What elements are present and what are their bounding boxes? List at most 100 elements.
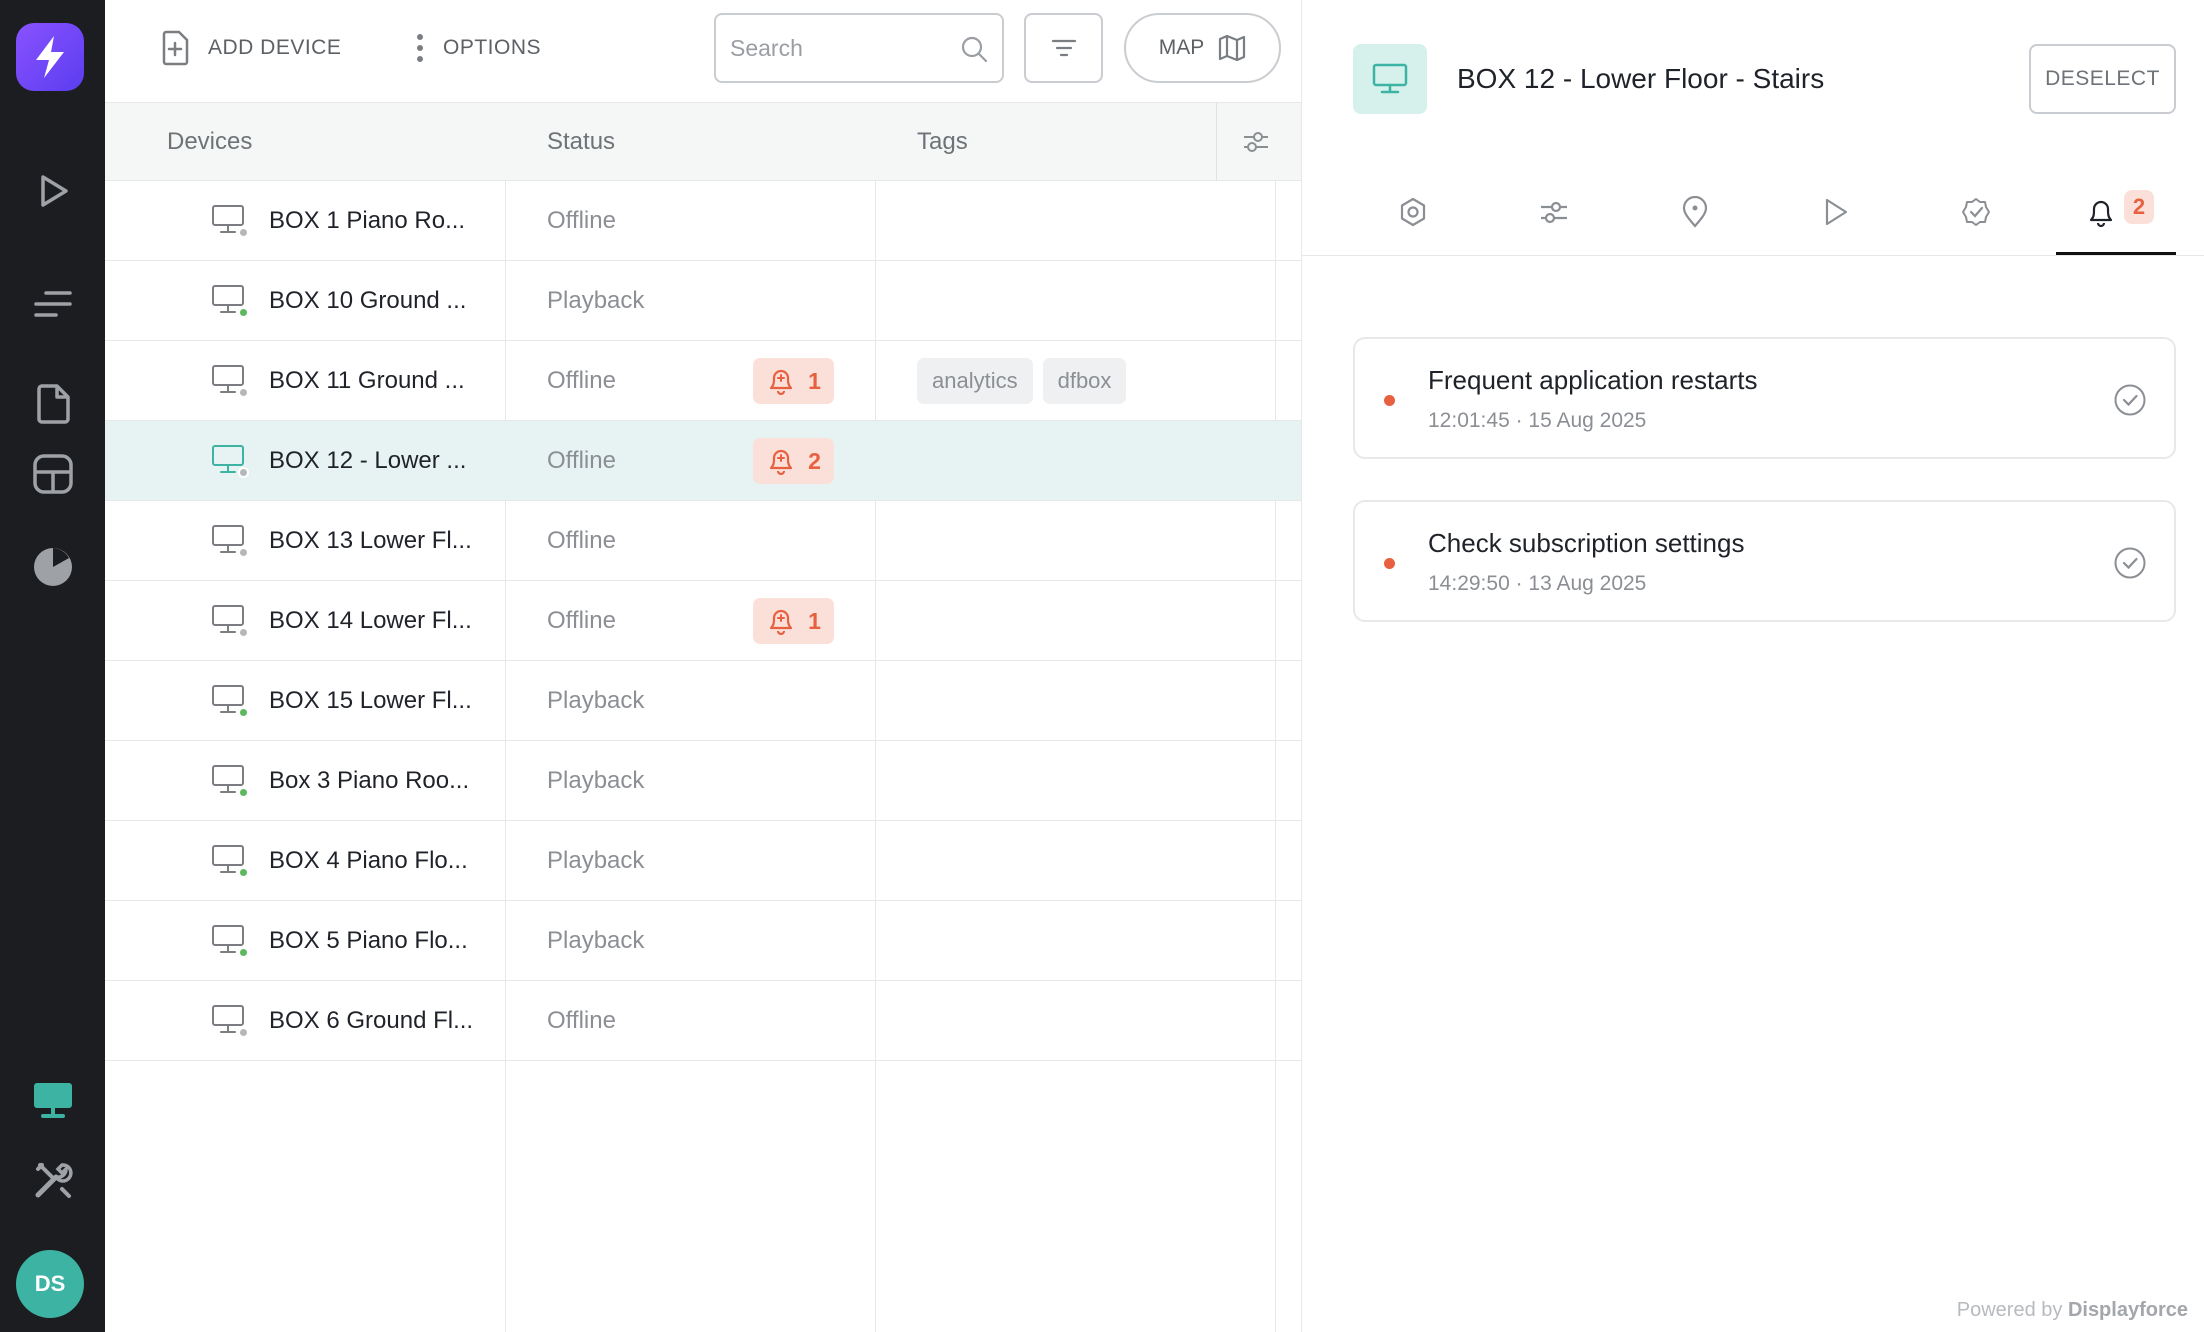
add-device-button[interactable]: ADD DEVICE bbox=[160, 22, 341, 74]
device-name: BOX 5 Piano Flo... bbox=[269, 927, 468, 954]
filter-button[interactable] bbox=[1024, 13, 1103, 83]
detail-tabs: 2 bbox=[1353, 168, 2176, 256]
options-button[interactable]: OPTIONS bbox=[415, 22, 541, 74]
verified-check-icon bbox=[1962, 198, 1990, 226]
devices-table: Devices Status Tags BOX 1 Piano Ro... Off… bbox=[105, 102, 1301, 1332]
nav-devices[interactable] bbox=[0, 1060, 105, 1140]
nav-playback[interactable] bbox=[0, 151, 105, 231]
device-name: BOX 15 Lower Fl... bbox=[269, 687, 472, 714]
table-row[interactable]: BOX 12 - Lower ... Offline 2 bbox=[105, 421, 1301, 501]
column-header-status[interactable]: Status bbox=[547, 103, 615, 181]
alert-title: Check subscription settings bbox=[1428, 528, 1745, 558]
nav-content[interactable] bbox=[0, 364, 105, 444]
location-pin-icon bbox=[1682, 196, 1708, 228]
search-icon[interactable] bbox=[960, 35, 988, 63]
alert-title: Frequent application restarts bbox=[1428, 365, 1758, 395]
deselect-button[interactable]: DESELECT bbox=[2029, 44, 2176, 114]
device-status-indicator bbox=[211, 844, 249, 878]
online-status-dot bbox=[238, 787, 249, 798]
table-row[interactable]: BOX 5 Piano Flo... Playback bbox=[105, 901, 1301, 981]
tab-alerts[interactable]: 2 bbox=[2056, 168, 2176, 256]
device-status: Playback bbox=[547, 847, 645, 874]
device-status-indicator bbox=[211, 684, 249, 718]
device-name-cell: BOX 11 Ground ... bbox=[211, 341, 465, 421]
alerts-badge[interactable]: 1 bbox=[753, 358, 834, 404]
table-row[interactable]: BOX 14 Lower Fl... Offline 1 bbox=[105, 581, 1301, 661]
table-row[interactable]: BOX 10 Ground ... Playback bbox=[105, 261, 1301, 341]
table-row[interactable]: BOX 11 Ground ... Offline 1 analytics dfbox bbox=[105, 341, 1301, 421]
tools-icon bbox=[35, 1163, 73, 1198]
table-row[interactable]: BOX 4 Piano Flo... Playback bbox=[105, 821, 1301, 901]
bell-alert-icon bbox=[769, 369, 793, 396]
column-header-devices[interactable]: Devices bbox=[167, 103, 252, 181]
tab-verification[interactable] bbox=[1916, 168, 2036, 256]
online-status-dot bbox=[238, 467, 249, 478]
brand-name[interactable]: Displayforce bbox=[2068, 1299, 2188, 1321]
table-row[interactable]: BOX 6 Ground Fl... Offline bbox=[105, 981, 1301, 1061]
device-name: BOX 10 Ground ... bbox=[269, 287, 467, 314]
device-name-cell: BOX 14 Lower Fl... bbox=[211, 581, 472, 661]
device-status: Offline bbox=[547, 447, 616, 474]
table-row[interactable]: BOX 13 Lower Fl... Offline bbox=[105, 501, 1301, 581]
map-button[interactable]: MAP bbox=[1124, 13, 1281, 83]
table-row[interactable]: Box 3 Piano Roo... Playback bbox=[105, 741, 1301, 821]
alert-card[interactable]: Frequent application restarts 12:01:45 ·… bbox=[1353, 337, 2176, 459]
user-avatar[interactable]: DS bbox=[16, 1250, 84, 1318]
search-box bbox=[714, 13, 1004, 83]
online-status-dot bbox=[238, 547, 249, 558]
table-header: Devices Status Tags bbox=[105, 102, 1301, 181]
layout-icon bbox=[32, 454, 73, 494]
device-status: Playback bbox=[547, 767, 645, 794]
acknowledge-check-icon[interactable] bbox=[2113, 546, 2147, 580]
device-name-cell: BOX 12 - Lower ... bbox=[211, 421, 466, 501]
column-header-tags[interactable]: Tags bbox=[917, 103, 968, 181]
add-device-label: ADD DEVICE bbox=[208, 36, 342, 59]
device-name: BOX 14 Lower Fl... bbox=[269, 607, 472, 634]
tab-playback[interactable] bbox=[1775, 168, 1895, 256]
nav-analytics[interactable] bbox=[0, 527, 105, 607]
online-status-dot bbox=[238, 387, 249, 398]
monitor-icon bbox=[33, 1083, 72, 1118]
app-logo[interactable] bbox=[16, 23, 84, 91]
online-status-dot bbox=[238, 707, 249, 718]
bell-alert-icon bbox=[769, 449, 793, 476]
tab-settings[interactable] bbox=[1353, 168, 1473, 256]
tag-chip[interactable]: analytics bbox=[917, 358, 1033, 404]
options-label: OPTIONS bbox=[443, 36, 542, 59]
table-row[interactable]: BOX 1 Piano Ro... Offline bbox=[105, 181, 1301, 261]
tag-chip[interactable]: dfbox bbox=[1042, 358, 1127, 404]
device-status-indicator bbox=[211, 524, 249, 558]
device-name-cell: Box 3 Piano Roo... bbox=[211, 741, 469, 821]
nav-tools[interactable] bbox=[0, 1140, 105, 1220]
alert-card[interactable]: Check subscription settings 14:29:50 · 1… bbox=[1353, 500, 2176, 622]
bell-icon bbox=[2089, 200, 2113, 228]
table-row[interactable]: BOX 15 Lower Fl... Playback bbox=[105, 661, 1301, 741]
device-status: Offline bbox=[547, 527, 616, 554]
alerts-badge[interactable]: 2 bbox=[753, 438, 834, 484]
device-status-indicator bbox=[211, 1004, 249, 1038]
nav-playlists[interactable] bbox=[0, 264, 105, 344]
alerts-badge[interactable]: 1 bbox=[753, 598, 834, 644]
powered-by-footer: Powered by Displayforce bbox=[1957, 1299, 2188, 1322]
device-name: BOX 6 Ground Fl... bbox=[269, 1007, 474, 1034]
play-icon bbox=[1825, 198, 1848, 226]
device-status: Playback bbox=[547, 287, 645, 314]
avatar-initials: DS bbox=[34, 1271, 66, 1296]
device-name-cell: BOX 6 Ground Fl... bbox=[211, 981, 473, 1061]
device-status: Offline bbox=[547, 1007, 616, 1034]
sliders-icon bbox=[1244, 132, 1268, 152]
alerts-count-badge: 2 bbox=[2124, 190, 2154, 224]
acknowledge-check-icon[interactable] bbox=[2113, 383, 2147, 417]
online-status-dot bbox=[238, 867, 249, 878]
device-name-cell: BOX 15 Lower Fl... bbox=[211, 661, 472, 741]
tab-location[interactable] bbox=[1635, 168, 1755, 256]
device-name-cell: BOX 13 Lower Fl... bbox=[211, 501, 472, 581]
device-type-badge bbox=[1353, 44, 1427, 114]
device-status: Offline bbox=[547, 607, 616, 634]
tab-configuration[interactable] bbox=[1494, 168, 1614, 256]
device-toolbar: ADD DEVICE OPTIONS MAP bbox=[105, 0, 1301, 102]
device-status-indicator bbox=[211, 284, 249, 318]
search-input[interactable] bbox=[730, 34, 950, 62]
column-settings-button[interactable] bbox=[1242, 103, 1270, 181]
nav-layouts[interactable] bbox=[0, 434, 105, 514]
